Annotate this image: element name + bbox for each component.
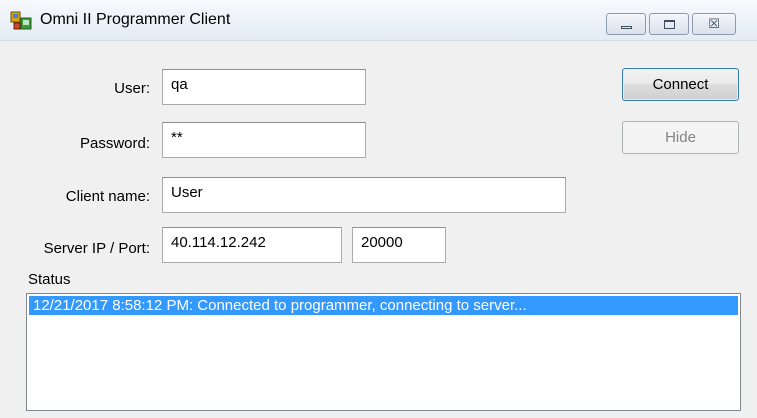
server-ip-input[interactable]: 40.114.12.242: [162, 227, 342, 263]
app-window: Omni II Programmer Client ☒ User: qa Pas…: [0, 0, 757, 418]
server-port-input[interactable]: 20000: [352, 227, 446, 263]
status-label: Status: [28, 271, 71, 288]
close-button[interactable]: ☒: [692, 13, 736, 35]
close-icon: ☒: [708, 16, 720, 31]
password-input[interactable]: **: [162, 122, 366, 158]
caption-buttons: ☒: [606, 13, 736, 35]
minimize-icon: [620, 25, 632, 29]
user-input[interactable]: qa: [162, 69, 366, 105]
maximize-icon: [663, 19, 675, 29]
minimize-button[interactable]: [606, 13, 646, 35]
password-label: Password:: [79, 135, 150, 152]
connect-button[interactable]: Connect: [622, 68, 739, 101]
status-list-item[interactable]: 12/21/2017 8:58:12 PM: Connected to prog…: [29, 296, 738, 315]
server-ip-port-label: Server IP / Port:: [43, 240, 150, 257]
title-bar[interactable]: Omni II Programmer Client ☒: [0, 0, 757, 41]
status-listbox[interactable]: 12/21/2017 8:58:12 PM: Connected to prog…: [26, 293, 741, 411]
client-name-label: Client name:: [65, 188, 150, 205]
hide-button[interactable]: Hide: [622, 121, 739, 154]
window-title: Omni II Programmer Client: [40, 11, 231, 28]
user-label: User:: [114, 80, 150, 97]
client-name-input[interactable]: User: [162, 177, 566, 213]
programmer-app-icon: [10, 11, 32, 30]
maximize-button[interactable]: [649, 13, 689, 35]
